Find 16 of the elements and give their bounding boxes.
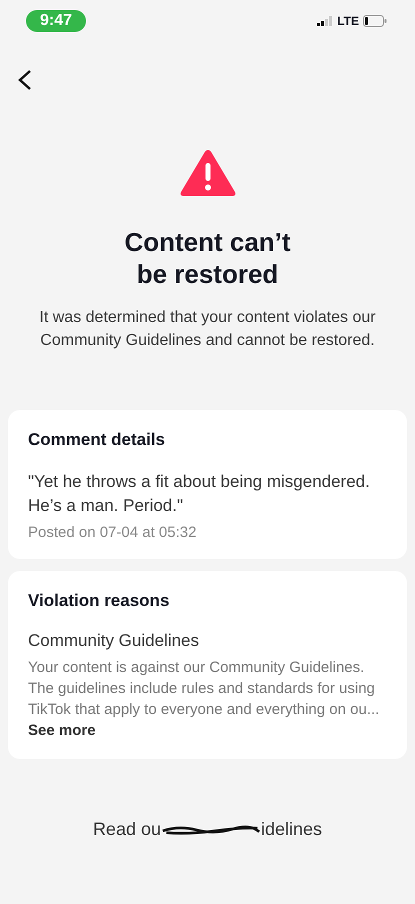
see-more-link[interactable]: See more: [28, 722, 96, 739]
posted-date: Posted on 07-04 at 05:32: [28, 524, 198, 541]
page-title: Content can’t be restored: [123, 226, 292, 290]
reason-description: Your content is against our Community Guidelines. The guidelines include rules and standards for using TikTok that apply to everyone and everything on ou... See more: [28, 658, 380, 741]
signal-icon: [317, 16, 334, 26]
comment-text: "Yet he throws a fit about being misgendered. He’s a man. Period.": [28, 471, 371, 517]
card-heading: Comment details: [28, 430, 166, 450]
network-type: LTE: [337, 14, 359, 28]
guidelines-link[interactable]: Read ou: [92, 819, 161, 840]
clock-time: 9:47: [26, 10, 86, 32]
warning-icon: [178, 148, 236, 198]
description-text: It was determined that your content violates our Community Guidelines and cannot be restored.: [38, 308, 377, 351]
reason-title: Community Guidelines: [28, 631, 200, 651]
battery-icon: [363, 15, 387, 27]
card-heading: Violation reasons: [28, 591, 170, 611]
guidelines-link[interactable]: idelines: [261, 819, 322, 840]
